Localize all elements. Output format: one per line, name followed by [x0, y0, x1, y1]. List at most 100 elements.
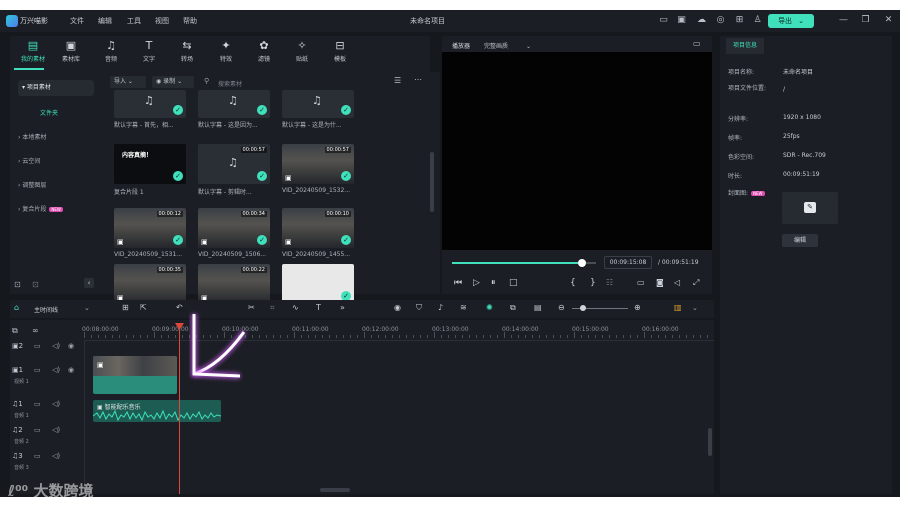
volume-icon[interactable]: ◁ — [674, 278, 680, 287]
ai-icon[interactable]: ✺ — [486, 303, 493, 312]
monitor-icon[interactable]: ▭ — [658, 15, 669, 26]
current-time[interactable]: 00:09:15:08 — [604, 256, 652, 269]
tool-transition[interactable]: ⇆ 转场 — [170, 38, 204, 63]
menu-help[interactable]: 帮助 — [183, 16, 197, 26]
tool-effects[interactable]: ✦ 特效 — [209, 38, 243, 63]
speaker-icon[interactable]: ◁) — [52, 426, 60, 434]
video-clip[interactable]: ▣ — [93, 356, 177, 394]
captions-icon[interactable]: ▤ — [534, 303, 542, 312]
restore-icon[interactable]: ❐ — [860, 15, 871, 26]
chevron-down-icon[interactable]: ⌄ — [84, 304, 90, 312]
save-icon[interactable]: ▣ — [676, 15, 687, 26]
media-thumbnail[interactable]: 内容真摘！ ✓ — [114, 144, 186, 184]
more-options-icon[interactable]: ⋯ — [414, 75, 422, 84]
mark-in-icon[interactable]: { — [570, 278, 576, 288]
headset-icon[interactable]: ◎ — [715, 15, 726, 26]
add-track-icon[interactable]: ⧉ — [12, 326, 18, 336]
zoom-in-icon[interactable]: ⊕ — [634, 303, 641, 312]
cover-edit-button[interactable]: 编辑 — [782, 234, 818, 247]
mic-icon[interactable]: ♪ — [438, 303, 443, 312]
tool-audio[interactable]: ♫ 音频 — [94, 38, 128, 63]
chevron-down-icon[interactable]: ⌄ — [692, 304, 698, 312]
quality-dropdown[interactable]: 完整画质 ⌄ — [484, 41, 531, 50]
speaker-icon[interactable]: ◁) — [52, 400, 60, 408]
media-thumbnail[interactable]: ▣ 00:00:10 ✓ — [282, 208, 354, 248]
prev-frame-icon[interactable]: ⏮ — [454, 278, 462, 288]
zoom-handle[interactable] — [580, 305, 586, 311]
text-tool-icon[interactable]: T — [316, 303, 321, 312]
home-icon[interactable]: ⌂ — [14, 303, 19, 312]
sidebar-item-folder[interactable]: 文件夹 — [40, 108, 58, 117]
replace-icon[interactable]: ⧉ — [510, 303, 516, 313]
media-thumbnail[interactable]: ✓ — [282, 264, 354, 304]
stop-icon[interactable]: □ — [509, 278, 518, 288]
tool-text[interactable]: T 文字 — [132, 38, 166, 63]
media-thumbnail[interactable]: ▣ 00:00:57 ✓ — [282, 144, 354, 184]
progress-bar[interactable] — [452, 262, 582, 264]
timeline-v-scrollbar[interactable] — [708, 428, 712, 456]
media-thumbnail[interactable]: ▣ 00:00:35 — [114, 264, 186, 304]
tab-project-info[interactable]: 项目信息 — [726, 38, 764, 54]
sidebar-item-project-media[interactable]: ▾ 项目素材 — [18, 80, 94, 96]
eye-icon[interactable]: ◉ — [68, 342, 74, 350]
insert-icon[interactable]: ☷ — [606, 278, 613, 287]
audio-icon[interactable]: ≋ — [460, 303, 467, 312]
sidebar-item-cloud[interactable]: › 云空间 — [18, 156, 40, 165]
tool-stickers[interactable]: ✧ 贴纸 — [285, 38, 319, 63]
media-thumbnail[interactable]: ▣ 00:00:34 ✓ — [198, 208, 270, 248]
menu-tools[interactable]: 工具 — [127, 16, 141, 26]
menu-file[interactable]: 文件 — [70, 16, 84, 26]
timeline-name[interactable]: 主时间线 — [34, 305, 58, 314]
display-icon[interactable]: ▭ — [637, 278, 645, 287]
pause-icon[interactable]: ⏸ — [491, 278, 496, 288]
tool-filters[interactable]: ✿ 滤镜 — [247, 38, 281, 63]
more-tools-icon[interactable]: » — [340, 303, 345, 312]
apps-icon[interactable]: ⊞ — [734, 15, 745, 26]
menu-view[interactable]: 视图 — [155, 16, 169, 26]
player-tab[interactable]: 播放器 — [452, 41, 470, 50]
render-icon[interactable]: ◉ — [394, 303, 401, 312]
sidebar-item-local[interactable]: › 本地素材 — [18, 132, 46, 141]
zoom-out-icon[interactable]: ⊖ — [558, 303, 565, 312]
folder-icon[interactable]: ▭ — [34, 426, 41, 434]
import-dropdown[interactable]: 导入 ⌄ — [110, 76, 146, 88]
media-thumbnail[interactable]: ▣ 00:00:22 — [198, 264, 270, 304]
tool-my-media[interactable]: ▤ 我的素材 — [16, 38, 50, 63]
grid-icon[interactable]: ⊞ — [122, 303, 129, 312]
media-thumbnail[interactable]: ♫ ✓ — [114, 90, 186, 118]
speaker-icon[interactable]: ◁) — [52, 366, 60, 374]
sidebar-item-compound[interactable]: › 复合片段 NEW — [18, 204, 63, 213]
minimize-icon[interactable]: — — [838, 15, 849, 26]
search-input[interactable]: 搜索素材 — [218, 79, 242, 88]
record-dropdown[interactable]: ◉ 录制 ⌄ — [152, 76, 194, 88]
sidebar-item-adjustment[interactable]: › 调整图层 — [18, 180, 46, 189]
folder-icon[interactable]: ▭ — [34, 452, 41, 460]
select-icon[interactable]: ⇱ — [140, 303, 147, 312]
media-scrollbar[interactable] — [430, 152, 434, 212]
media-thumbnail[interactable]: ♫ ✓ — [282, 90, 354, 118]
snapshot-icon[interactable]: ▭ — [693, 39, 701, 48]
eye-icon[interactable]: ◉ — [68, 366, 74, 374]
cloud-icon[interactable]: ☁ — [696, 15, 707, 26]
export-button[interactable]: 导出 ⌄ — [768, 14, 814, 28]
menu-edit[interactable]: 编辑 — [98, 16, 112, 26]
shield-icon[interactable]: ⛉ — [416, 303, 422, 313]
tool-library[interactable]: ▣ 素材库 — [54, 38, 88, 63]
fullscreen-icon[interactable]: ⤢ — [693, 278, 699, 288]
meter-icon[interactable]: ▥ — [674, 303, 682, 312]
audio-wave-icon[interactable]: ∿ — [292, 303, 299, 312]
camera-icon[interactable]: ◙ — [656, 278, 664, 287]
link-icon[interactable]: ∞ — [32, 326, 39, 335]
speaker-icon[interactable]: ◁) — [52, 452, 60, 460]
account-icon[interactable]: ♙ — [752, 15, 763, 26]
close-icon[interactable]: ✕ — [883, 15, 894, 26]
crop-icon[interactable]: ⌗ — [270, 303, 275, 313]
filter-sort-icon[interactable]: ☰ — [394, 76, 401, 85]
collapse-icon[interactable]: ‹ — [84, 278, 94, 288]
cover-thumbnail[interactable]: ✎ — [782, 192, 838, 224]
audio-clip[interactable]: ▣ 智能配乐音乐 — [93, 400, 221, 422]
tool-templates[interactable]: ⊟ 模板 — [323, 38, 357, 63]
folder-outline-icon[interactable]: ⊡ — [32, 280, 39, 289]
timeline-h-scrollbar[interactable] — [320, 488, 350, 492]
new-folder-icon[interactable]: ⊡ — [14, 280, 21, 289]
